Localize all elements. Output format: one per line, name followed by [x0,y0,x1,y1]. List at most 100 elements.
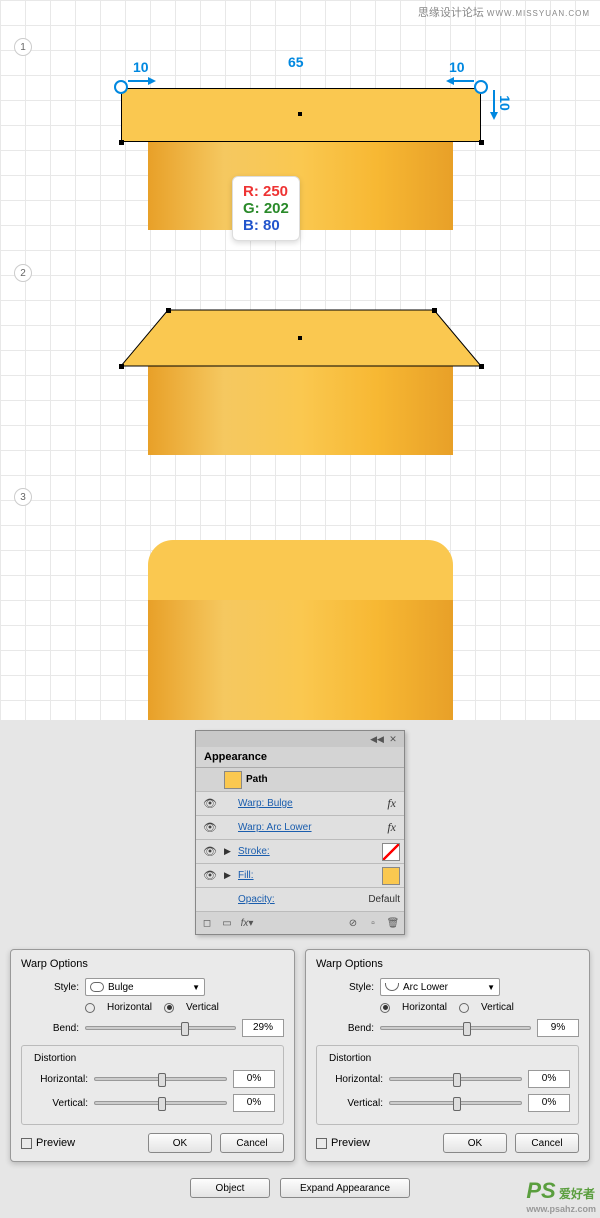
new-stroke-icon[interactable]: ▭ [220,916,234,930]
ok-button[interactable]: OK [148,1133,212,1153]
appearance-row-bulge[interactable]: 👁 Warp: Bulge fx [196,792,404,816]
fill-swatch[interactable] [382,867,400,885]
stroke-label[interactable]: Stroke: [238,846,378,857]
cancel-button[interactable]: Cancel [220,1133,284,1153]
warp-arc-label[interactable]: Warp: Arc Lower [238,822,383,833]
step-badge-1: 1 [14,38,32,56]
center-pt-1[interactable] [298,112,302,116]
bend-value[interactable]: 29% [242,1019,284,1037]
anchor-circle-right[interactable] [474,80,488,94]
style-dropdown[interactable]: Arc Lower ▼ [380,978,500,996]
appearance-row-arc[interactable]: 👁 Warp: Arc Lower fx [196,816,404,840]
panel-footer: ◻ ▭ fx▾ ⊘ ▫ 🗑 [196,912,404,934]
fx-menu-icon[interactable]: fx▾ [240,916,254,930]
center-pt-2[interactable] [298,336,302,340]
appearance-row-fill[interactable]: 👁 ▶ Fill: [196,864,404,888]
anchor2-br[interactable] [479,364,484,369]
dist-v-value[interactable]: 0% [528,1094,570,1112]
bulge-shape-icon [90,982,104,992]
anchor2-tl[interactable] [166,308,171,313]
eye-icon[interactable]: 👁 [200,869,220,882]
path-swatch[interactable] [224,771,242,789]
bottom-buttons: Object Expand Appearance [10,1178,590,1208]
radio-vertical[interactable] [459,1003,469,1013]
appearance-row-opacity[interactable]: Opacity: Default [196,888,404,912]
stroke-swatch[interactable] [382,843,400,861]
dist-h-value[interactable]: 0% [233,1070,275,1088]
dim-10-right: 10 [449,59,465,75]
style-label: Style: [316,982,374,993]
preview-label: Preview [331,1137,370,1149]
fx-icon[interactable]: fx [387,796,400,811]
anchor-circle-left[interactable] [114,80,128,94]
anchor2-bl[interactable] [119,364,124,369]
warp-dialogs: Warp Options Style: Bulge ▼ Horizontal V… [10,949,590,1162]
clear-icon[interactable]: ⊘ [346,916,360,930]
radio-v-label: Vertical [186,1002,219,1013]
rgb-r: R: 250 [243,183,289,200]
duplicate-icon[interactable]: ▫ [366,916,380,930]
bend-label: Bend: [316,1023,374,1034]
chevron-down-icon: ▼ [192,983,200,992]
eye-icon[interactable]: 👁 [200,797,220,810]
arrow-10-left [128,80,150,82]
opacity-value: Default [368,894,400,905]
eye-icon[interactable]: 👁 [200,821,220,834]
appearance-row-path[interactable]: Path [196,768,404,792]
style-dropdown[interactable]: Bulge ▼ [85,978,205,996]
warp-dialog-bulge[interactable]: Warp Options Style: Bulge ▼ Horizontal V… [10,949,295,1162]
expand-appearance-button[interactable]: Expand Appearance [280,1178,410,1198]
expand-tri-icon[interactable]: ▶ [224,846,234,857]
radio-h-label: Horizontal [107,1002,152,1013]
path-label: Path [246,774,400,785]
chevron-down-icon: ▼ [487,983,495,992]
cylinder-body-1 [148,140,453,230]
style-value: Arc Lower [403,982,448,993]
anchor-bl[interactable] [119,140,124,145]
appearance-panel[interactable]: ◀◀ ✕ Appearance Path 👁 Warp: Bulge fx 👁 … [195,730,405,935]
dist-h-value[interactable]: 0% [528,1070,570,1088]
bend-label: Bend: [21,1023,79,1034]
cylinder-body-2 [148,365,453,455]
bend-slider[interactable] [380,1026,531,1030]
anchor2-tr[interactable] [432,308,437,313]
ok-button[interactable]: OK [443,1133,507,1153]
radio-vertical[interactable] [164,1003,174,1013]
fill-label[interactable]: Fill: [238,870,378,881]
radio-horizontal[interactable] [85,1003,95,1013]
radio-horizontal[interactable] [380,1003,390,1013]
distortion-fieldset: Distortion Horizontal: 0% Vertical: 0% [21,1045,284,1125]
preview-checkbox[interactable] [316,1138,327,1149]
new-fill-icon[interactable]: ◻ [200,916,214,930]
warp-dialog-arc[interactable]: Warp Options Style: Arc Lower ▼ Horizont… [305,949,590,1162]
dist-h-slider[interactable] [389,1077,522,1081]
panel-close-icon[interactable]: ✕ [386,733,400,745]
fx-icon[interactable]: fx [387,820,400,835]
dist-v-value[interactable]: 0% [233,1094,275,1112]
dist-v-slider[interactable] [389,1101,522,1105]
cancel-button[interactable]: Cancel [515,1133,579,1153]
preview-checkbox[interactable] [21,1138,32,1149]
eye-icon[interactable]: 👁 [200,845,220,858]
distortion-fieldset: Distortion Horizontal: 0% Vertical: 0% [316,1045,579,1125]
expand-tri-icon[interactable]: ▶ [224,870,234,881]
dist-h-slider[interactable] [94,1077,227,1081]
bend-slider[interactable] [85,1026,236,1030]
radio-v-label: Vertical [481,1002,514,1013]
dist-v-slider[interactable] [94,1101,227,1105]
appearance-row-stroke[interactable]: 👁 ▶ Stroke: [196,840,404,864]
style-label: Style: [21,982,79,993]
trash-icon[interactable]: 🗑 [386,916,400,930]
warp-bulge-label[interactable]: Warp: Bulge [238,798,383,809]
rgb-g: G: 202 [243,200,289,217]
dist-v-label: Vertical: [30,1098,88,1109]
watermark-text: 思缘设计论坛 [418,7,484,19]
rgb-tooltip: R: 250 G: 202 B: 80 [232,176,300,241]
panel-collapse-icon[interactable]: ◀◀ [370,733,384,745]
opacity-label[interactable]: Opacity: [238,894,364,905]
arc-shape-icon [385,983,399,991]
bend-value[interactable]: 9% [537,1019,579,1037]
anchor-br[interactable] [479,140,484,145]
object-button[interactable]: Object [190,1178,270,1198]
watermark-top: 思缘设计论坛 WWW.MISSYUAN.COM [418,4,590,20]
